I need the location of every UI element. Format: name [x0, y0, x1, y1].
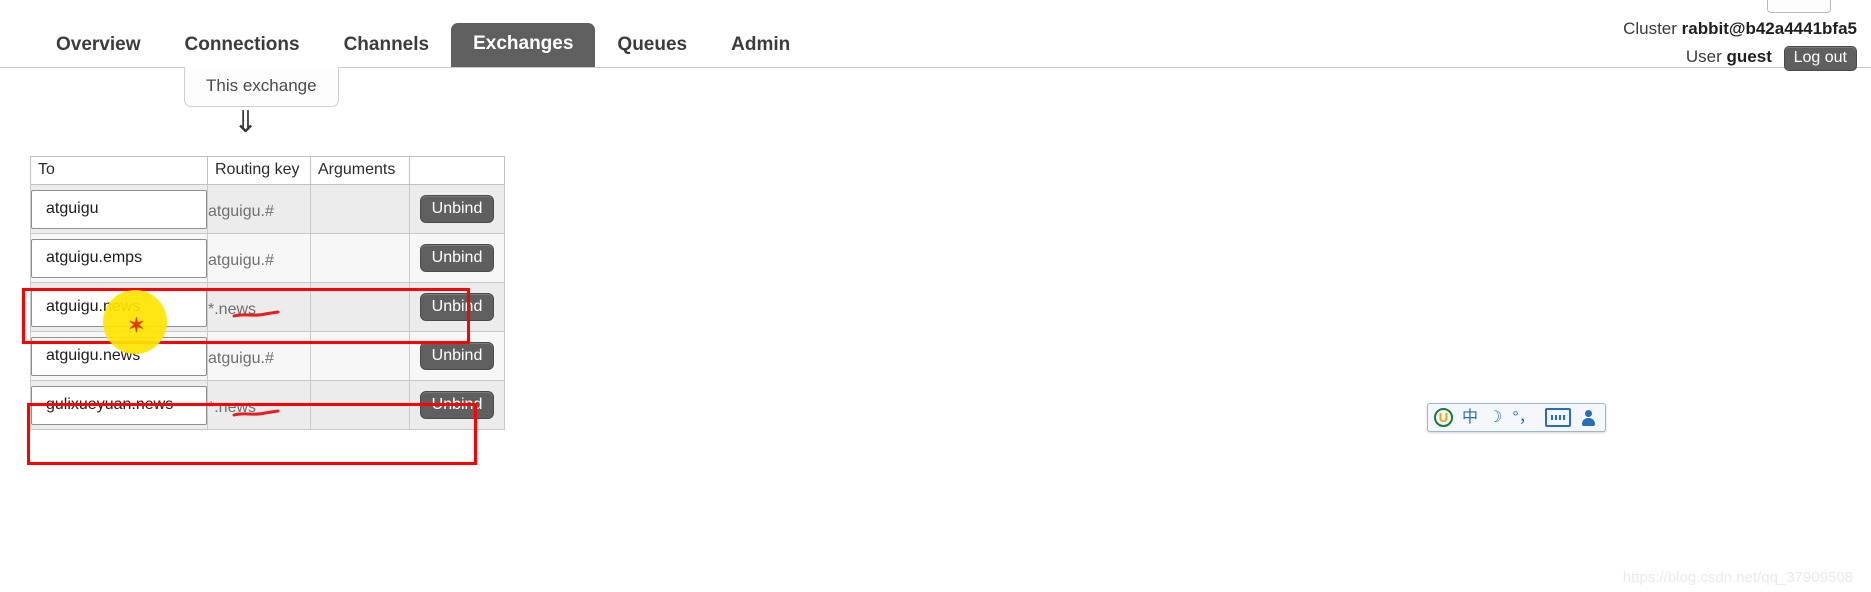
column-header-routing-key: Routing key — [207, 156, 311, 185]
binding-action-cell: Unbind — [409, 282, 505, 332]
binding-action-cell: Unbind — [409, 380, 505, 430]
binding-to-cell: atguigu.emps — [30, 233, 208, 283]
cluster-user-block: Cluster rabbit@b42a4441bfa5 User guest L… — [1623, 0, 1857, 72]
binding-to-cell: gulixueyuan.news — [30, 380, 208, 430]
language-mode-icon[interactable]: 中 — [1457, 407, 1483, 429]
binding-to-cell: atguigu.news — [30, 282, 208, 332]
binding-action-cell: Unbind — [409, 184, 505, 234]
column-header-to: To — [30, 156, 208, 185]
user-info: User guest Log out — [1623, 46, 1857, 72]
nav-tab-list: Overview Connections Channels Exchanges … — [34, 21, 812, 67]
unbind-button[interactable]: Unbind — [419, 292, 495, 322]
input-method-toolbar[interactable]: U 中 ☽ °， — [1427, 403, 1606, 432]
this-exchange-node: This exchange — [184, 67, 339, 107]
cluster-name: rabbit@b42a4441bfa5 — [1681, 19, 1857, 38]
red-underline-annotation-icon — [232, 310, 280, 318]
red-underline-annotation-icon — [232, 409, 280, 417]
table-row: gulixueyuan.news *.news Unbind — [30, 380, 505, 430]
cluster-info: Cluster rabbit@b42a4441bfa5 — [1623, 19, 1857, 39]
unbind-button[interactable]: Unbind — [419, 194, 495, 224]
bindings-table: To Routing key Arguments atguigu atguigu… — [30, 156, 505, 430]
binding-arguments-cell — [310, 184, 410, 234]
binding-arguments-cell — [310, 331, 410, 381]
binding-to-cell: atguigu — [30, 184, 208, 234]
user-label: User — [1685, 47, 1722, 66]
binding-arguments-cell — [310, 380, 410, 430]
tab-connections[interactable]: Connections — [163, 26, 322, 67]
table-row: atguigu.emps atguigu.# Unbind — [30, 233, 505, 283]
moon-icon[interactable]: ☽ — [1483, 407, 1507, 429]
user-icon[interactable] — [1576, 407, 1601, 429]
binding-routing-key-cell: *.news — [207, 282, 311, 332]
binding-routing-key-cell: *.news — [207, 380, 311, 430]
binding-to-cell: atguigu.news — [30, 331, 208, 381]
column-header-action — [409, 156, 505, 185]
tab-exchanges[interactable]: Exchanges — [451, 23, 596, 67]
tab-admin[interactable]: Admin — [709, 26, 812, 67]
cluster-label: Cluster — [1623, 19, 1677, 38]
routing-key-text: atguigu.# — [208, 349, 274, 367]
table-row: atguigu.news *.news Unbind — [30, 282, 505, 332]
logout-button[interactable]: Log out — [1783, 46, 1857, 72]
main-navigation: Overview Connections Channels Exchanges … — [0, 22, 1871, 68]
table-row: atguigu atguigu.# Unbind — [30, 184, 505, 234]
routing-key-text: atguigu.# — [208, 202, 274, 220]
keyboard-icon[interactable] — [1540, 407, 1576, 429]
punctuation-mode-icon[interactable]: °， — [1507, 407, 1539, 429]
binding-action-cell: Unbind — [409, 233, 505, 283]
tab-channels[interactable]: Channels — [322, 26, 452, 67]
binding-routing-key-cell: atguigu.# — [207, 331, 311, 381]
user-name: guest — [1726, 47, 1772, 66]
binding-arguments-cell — [310, 233, 410, 283]
sogou-logo-icon[interactable]: U — [1434, 408, 1453, 427]
table-row: atguigu.news atguigu.# Unbind — [30, 331, 505, 381]
tab-queues[interactable]: Queues — [595, 26, 709, 67]
binding-destination-link[interactable]: atguigu.emps — [31, 238, 207, 278]
binding-destination-link[interactable]: atguigu.news — [31, 287, 207, 327]
csdn-watermark: https://blog.csdn.net/qq_37909508 — [1622, 569, 1853, 586]
unbind-button[interactable]: Unbind — [419, 390, 495, 420]
column-header-arguments: Arguments — [310, 156, 410, 185]
routing-key-text: atguigu.# — [208, 251, 274, 269]
binding-action-cell: Unbind — [409, 331, 505, 381]
unbind-button[interactable]: Unbind — [419, 243, 495, 273]
binding-destination-link[interactable]: atguigu.news — [31, 336, 207, 376]
binding-destination-link[interactable]: gulixueyuan.news — [31, 385, 207, 425]
tab-overview[interactable]: Overview — [34, 26, 163, 67]
binding-routing-key-cell: atguigu.# — [207, 233, 311, 283]
unbind-button[interactable]: Unbind — [419, 341, 495, 371]
table-header-row: To Routing key Arguments — [30, 156, 505, 185]
binding-arrow-icon: ⇓ — [233, 106, 259, 139]
cropped-top-button[interactable] — [1767, 0, 1831, 13]
binding-arguments-cell — [310, 282, 410, 332]
binding-routing-key-cell: atguigu.# — [207, 184, 311, 234]
binding-destination-link[interactable]: atguigu — [31, 189, 207, 229]
